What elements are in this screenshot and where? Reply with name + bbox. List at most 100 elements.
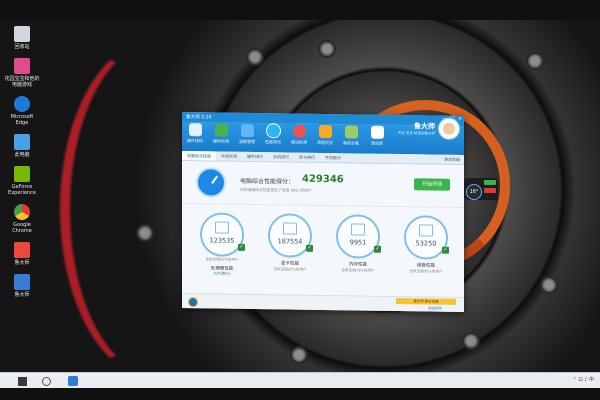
speedometer-icon [196,167,226,198]
cube-icon [283,222,297,235]
wallpaper-bolt [462,332,480,350]
wallpaper-bolt [290,346,308,364]
check-icon: ✓ [442,246,449,254]
cpu-score-value: 123535 [209,236,235,245]
tab-phone-ranking[interactable]: 手机排行 [268,152,294,161]
ludashi-icon [14,274,30,290]
memory-score-card[interactable]: 9951 ✓ 内存性能 击败全国76%的用户 [332,214,384,274]
desktop-icon-this-pc[interactable]: 此电脑 [4,134,40,158]
temperature-value: 16° [466,184,482,200]
tab-gpu-ranking[interactable]: 显卡排行 [294,153,320,162]
wallpaper-bolt [136,224,154,242]
check-icon: ✓ [306,244,313,252]
desktop-icon-chrome[interactable]: Google Chrome [4,204,40,234]
wallpaper-bolt [540,276,558,294]
desktop-icon-label: 鲁大师 [14,260,30,266]
desktop-icon-game-app[interactable]: 花园宝宝和他的电脑游戏 [4,58,40,88]
tab-hardware-ranking[interactable]: 硬件排行 [242,152,268,161]
toolbar-hardware-checkup[interactable]: 硬件体检 [182,123,208,144]
thermometer-icon [240,123,254,138]
system-tray[interactable]: ⌃ ⊡ ♪ 中 [573,376,594,383]
toolbar-label: 游戏库 [371,140,383,146]
search-icon[interactable] [42,377,51,386]
apps-grid-icon [344,125,358,139]
avatar[interactable] [438,117,460,140]
check-icon: ✓ [374,245,381,253]
tab-overall-performance[interactable]: 电脑综合性能 [182,151,216,161]
app-toolbar: 硬件体检 硬件检测 温度管理 性能测试 驱动检测 清理优化 装机必备 游戏库 鲁… [182,117,464,155]
desktop-icon-label: Microsoft Edge [10,114,34,126]
geforce-icon [14,166,30,182]
brand-area: 鲁大师 专业·安全·好用的鲁大师 [398,117,460,140]
taskbar: ⌃ ⊡ ♪ 中 [0,372,600,389]
computer-icon [14,134,30,150]
start-benchmark-button[interactable]: 开始评测 [414,178,450,191]
windows-start-icon[interactable] [18,377,27,386]
memory-chip-icon [351,223,365,236]
status-badge [484,188,496,193]
toolbar-label: 硬件体检 [187,138,203,144]
wallpaper-bolt [318,40,336,58]
desktop-icon-edge[interactable]: Microsoft Edge [4,96,40,126]
cpu-score-rank: (CPU跑分) [213,271,231,276]
toolbar-label: 驱动检测 [291,139,307,145]
tab-phone-review[interactable]: 手机评测 [216,152,242,161]
checkup-icon [188,123,202,137]
monitor-top-bezel [0,0,600,22]
cpu-score-caption: 击败全国93%的用户 [205,257,239,262]
monitor: 回收站 花园宝宝和他的电脑游戏 Microsoft Edge 此电脑 GeFor… [0,0,600,400]
brand-name: 鲁大师 [414,121,435,131]
toolbar-essentials[interactable]: 装机必备 [338,125,364,146]
temperature-widget[interactable]: 16° [464,178,498,200]
toolbar-label: 清理优化 [317,139,333,146]
gpu-score-label: 显卡性能 [281,261,299,267]
edge-icon [14,96,30,112]
taskbar-ludashi-icon[interactable] [68,376,78,386]
mascot-icon [443,122,455,135]
desktop-icon-column: 回收站 花园宝宝和他的电脑游戏 Microsoft Edge 此电脑 GeFor… [4,26,40,306]
score-ring: 53250 ✓ [404,215,449,260]
toolbar-game-library[interactable]: 游戏库 [364,125,390,147]
toolbar-label: 性能测试 [265,139,281,145]
ludashi-icon [14,242,30,258]
disk-score-card[interactable]: 53250 ✓ 磁盘性能 击败全国95%的用户 [400,215,452,275]
overall-score-section: 电脑综合性能得分： 429346 你的电脑综合性能击败了全国 98% 的用户 开… [182,161,464,208]
disk-score-value: 53250 [415,239,437,248]
status-badge [484,180,496,185]
recycle-bin-icon [14,26,30,42]
cpu-score-card[interactable]: 123535 ✓ 击败全国93%的用户 处理器性能 (CPU跑分) [196,212,248,277]
gpu-score-value: 187554 [277,237,303,246]
memory-score-value: 9951 [349,238,367,247]
toolbar-temperature[interactable]: 温度管理 [234,123,260,145]
memory-score-caption: 击败全国76%的用户 [341,268,375,273]
toolbar-performance-test[interactable]: 性能测试 [260,123,286,145]
wallpaper-bolt [246,48,264,66]
check-icon: ✓ [238,243,245,251]
gpu-score-caption: 击败全国95%的用户 [273,267,307,272]
toolbar-label: 硬件检测 [213,138,229,144]
desktop-icon-ludashi-2[interactable]: 鲁大师 [4,274,40,298]
disk-icon [419,224,433,237]
broom-icon [318,124,332,139]
memory-score-label: 内存性能 [349,262,367,268]
desktop-icon-label: 此电脑 [14,152,30,158]
category-scores: 123535 ✓ 击败全国93%的用户 处理器性能 (CPU跑分) 187554… [182,204,464,288]
footer-promo-bar[interactable]: 鲁大师 跑分加速 [396,298,456,305]
wallpaper-bolt [526,52,544,70]
desktop-icon-label: GeForce Experience [8,184,36,196]
tab-phone-benchmark[interactable]: 手机跑分 [320,153,346,162]
desktop-icon-label: 花园宝宝和他的电脑游戏 [4,76,40,88]
hardware-icon [214,123,228,137]
footer-link[interactable]: 开始评测 [428,305,442,310]
brand-slogan: 专业·安全·好用的鲁大师 [397,130,435,136]
ludashi-window: 鲁大师 5.20 — □ × 硬件体检 硬件检测 温度管理 性能测试 [182,112,464,312]
gpu-score-card[interactable]: 187554 ✓ 显卡性能 击败全国95%的用户 [264,213,316,273]
desktop-icon-geforce[interactable]: GeForce Experience [4,166,40,196]
desktop-icon-recycle-bin[interactable]: 回收站 [4,26,40,50]
toolbar-driver-detect[interactable]: 驱动检测 [286,124,312,145]
desktop-icon-ludashi[interactable]: 鲁大师 [4,242,40,266]
overall-score-caption: 你的电脑综合性能击败了全国 98% 的用户 [240,186,312,193]
game-performance-link[interactable]: 游戏性能 [444,156,460,162]
toolbar-cleanup[interactable]: 清理优化 [312,124,338,146]
toolbar-hardware-detect[interactable]: 硬件检测 [208,123,234,144]
